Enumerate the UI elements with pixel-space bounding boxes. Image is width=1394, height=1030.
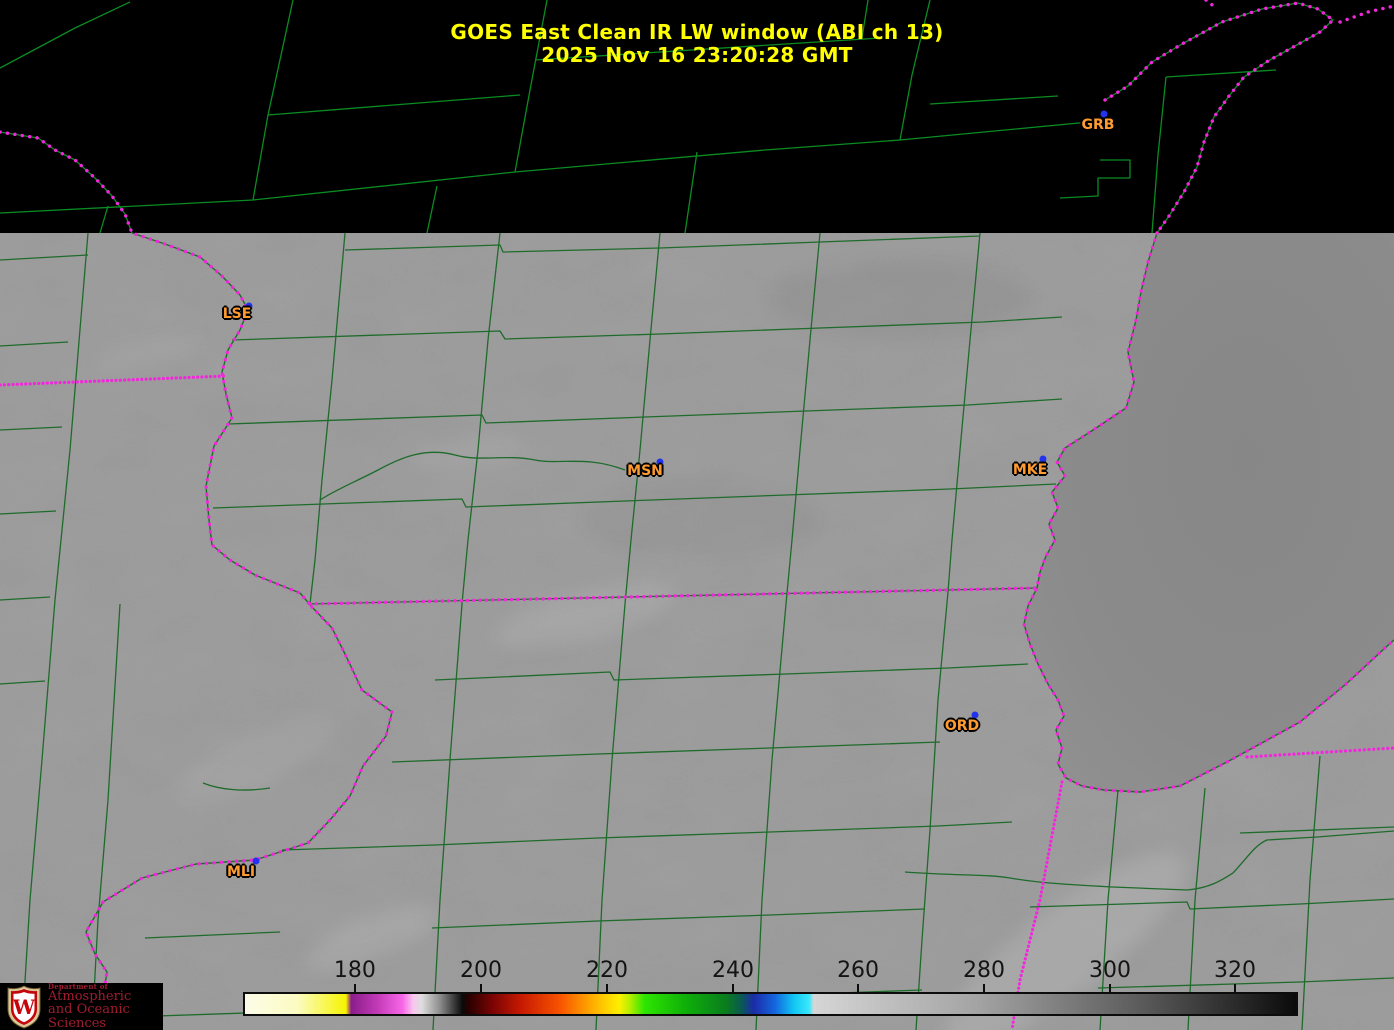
product-title-line1: GOES East Clean IR LW window (ABI ch 13) bbox=[450, 20, 944, 44]
colorbar-tick-label-200: 200 bbox=[460, 958, 502, 983]
station-label-msn: MSN bbox=[627, 463, 663, 479]
uw-aos-logo: W Department of Atmospheric and Oceanic … bbox=[0, 983, 163, 1030]
logo-name-line1: Atmospheric bbox=[48, 989, 132, 1005]
svg-text:W: W bbox=[12, 995, 36, 1019]
station-label-ord: ORD bbox=[944, 718, 980, 734]
station-label-mli: MLI bbox=[226, 864, 256, 880]
logo-name-line2: and Oceanic Sciences bbox=[48, 1002, 130, 1030]
colorbar-tick-label-220: 220 bbox=[585, 958, 628, 983]
colorbar-tick-180 bbox=[353, 984, 356, 992]
colorbar-tick-320 bbox=[1234, 984, 1237, 992]
satellite-map-canvas bbox=[0, 0, 1394, 1030]
station-label-lse: LSE bbox=[222, 306, 252, 322]
colorbar-tick-label-280: 280 bbox=[963, 958, 1006, 983]
colorbar-tick-300 bbox=[1108, 984, 1111, 992]
colorbar-tick-240 bbox=[732, 984, 735, 992]
uw-crest-icon: W bbox=[7, 984, 41, 1029]
product-title: GOES East Clean IR LW window (ABI ch 13)… bbox=[0, 21, 1394, 67]
station-label-mke: MKE bbox=[1012, 462, 1048, 478]
colorbar-tick-label-260: 260 bbox=[837, 958, 880, 983]
product-title-line2: 2025 Nov 16 23:20:28 GMT bbox=[541, 43, 853, 67]
colorbar-tick-280 bbox=[983, 984, 986, 992]
colorbar-tick-label-300: 300 bbox=[1088, 958, 1131, 983]
colorbar-tick-label-240: 240 bbox=[712, 958, 755, 983]
colorbar-tick-label-180: 180 bbox=[333, 958, 376, 983]
colorbar bbox=[243, 992, 1298, 1016]
goes-ir-satellite-product: GOES East Clean IR LW window (ABI ch 13)… bbox=[0, 0, 1394, 1030]
colorbar-tick-label-320: 320 bbox=[1214, 958, 1257, 983]
colorbar-tick-200 bbox=[480, 984, 482, 992]
colorbar-tick-260 bbox=[857, 984, 860, 992]
station-label-grb: GRB bbox=[1081, 117, 1115, 133]
colorbar-tick-220 bbox=[605, 984, 608, 992]
